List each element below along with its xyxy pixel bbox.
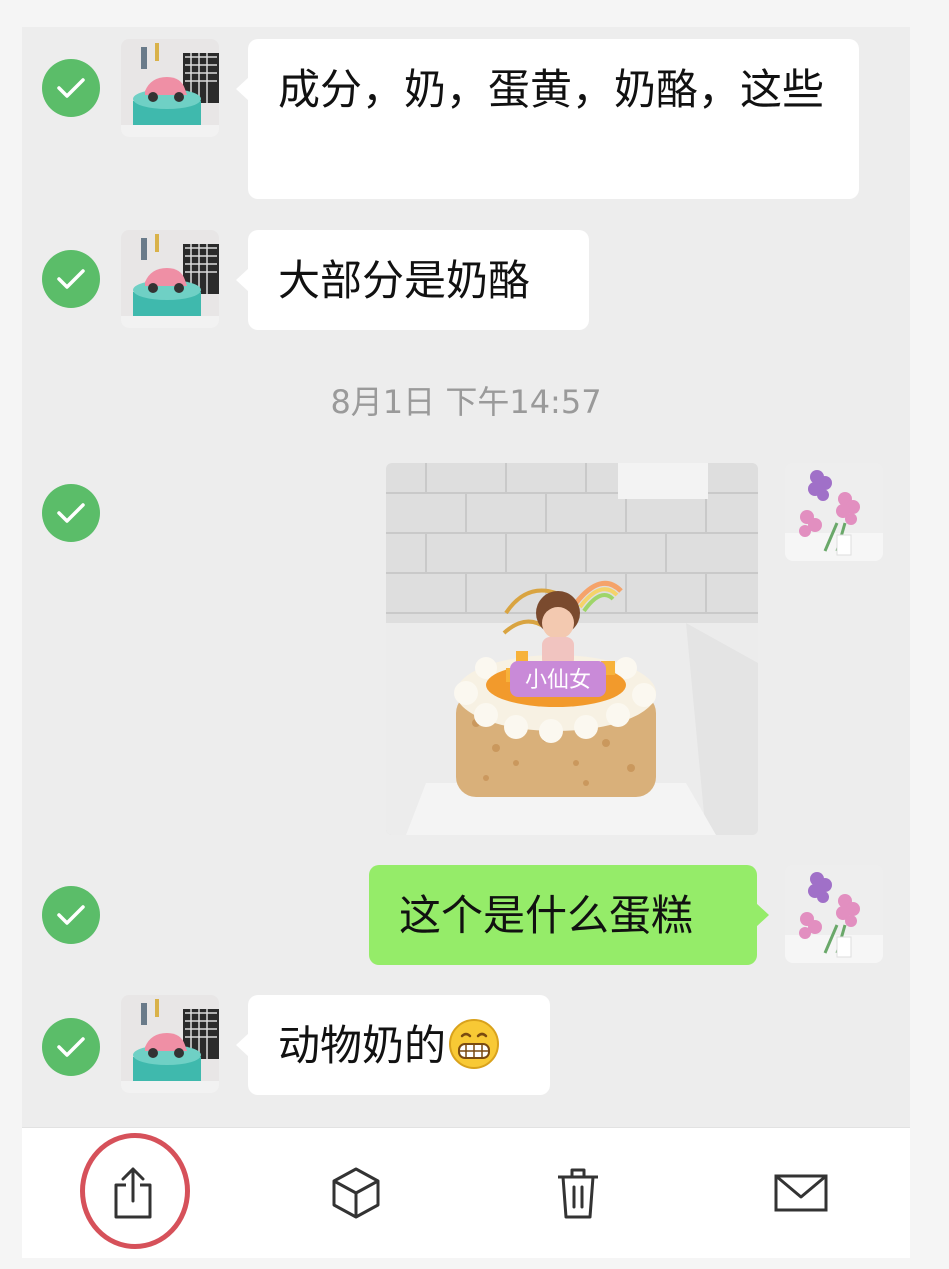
- chat-area[interactable]: 成分，奶，蛋黄，奶酪，这些 大部分是奶酪 8月1日 下午14:57 小仙女 这个…: [22, 27, 910, 1127]
- incoming-message-bubble[interactable]: 成分，奶，蛋黄，奶酪，这些: [236, 39, 859, 199]
- share-button[interactable]: [98, 1158, 168, 1228]
- selected-check-icon[interactable]: [42, 250, 100, 308]
- trash-icon: [558, 1168, 598, 1219]
- mail-icon: [774, 1174, 828, 1212]
- selected-check-icon[interactable]: [42, 59, 100, 117]
- contact-avatar[interactable]: [121, 230, 219, 328]
- message-text: 这个是什么蛋糕: [399, 891, 694, 940]
- contact-avatar[interactable]: [121, 39, 219, 137]
- favorite-button[interactable]: [321, 1158, 391, 1228]
- selected-check-icon[interactable]: [42, 484, 100, 542]
- my-avatar[interactable]: [785, 865, 883, 963]
- incoming-message-bubble[interactable]: 动物奶的: [236, 995, 550, 1095]
- outgoing-message-bubble[interactable]: 这个是什么蛋糕: [369, 865, 769, 965]
- contact-avatar[interactable]: [121, 995, 219, 1093]
- birthday-cake-photo[interactable]: 小仙女: [386, 463, 758, 835]
- cake-topper-text: 小仙女: [525, 668, 591, 693]
- mail-button[interactable]: [766, 1158, 836, 1228]
- selected-check-icon[interactable]: [42, 1018, 100, 1076]
- message-text: 大部分是奶酪: [278, 256, 531, 305]
- message-text: 动物奶的: [278, 1021, 447, 1070]
- my-avatar[interactable]: [785, 463, 883, 561]
- incoming-message-bubble[interactable]: 大部分是奶酪: [236, 230, 589, 330]
- message-text: 成分，奶，蛋黄，奶酪，这些: [278, 65, 825, 114]
- selected-check-icon[interactable]: [42, 886, 100, 944]
- selection-toolbar: [22, 1127, 910, 1258]
- delete-button[interactable]: [543, 1158, 613, 1228]
- grinning-face-emoji: [448, 1018, 500, 1070]
- message-timestamp: 8月1日 下午14:57: [330, 383, 602, 421]
- share-icon: [114, 1167, 152, 1219]
- cube-icon: [332, 1167, 380, 1219]
